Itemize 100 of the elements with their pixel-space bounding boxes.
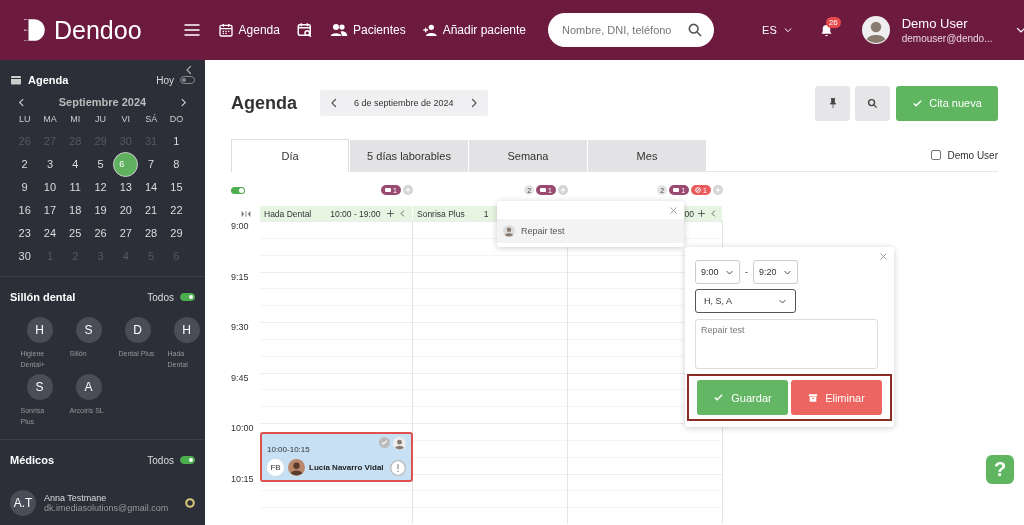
weekday-label: SÁ (144, 114, 159, 126)
check-icon (713, 392, 725, 403)
user-avatar-icon (861, 16, 890, 44)
chair-avatar[interactable]: H (173, 317, 200, 343)
calendar-day[interactable]: 12 (89, 177, 112, 197)
section-title: Médicos (10, 454, 54, 466)
chair-avatar[interactable]: A (75, 374, 102, 400)
start-time-select[interactable]: 9:00 (695, 260, 740, 284)
opening-hours: 10:00 - 19:00 (330, 208, 381, 219)
month-label: Septiembre 2024 (58, 96, 147, 108)
brand-name: Dendoo (54, 15, 142, 45)
nav-link[interactable]: Agenda (217, 22, 280, 38)
expand-columns-icon (240, 208, 251, 219)
end-time-select[interactable]: 9:20 (753, 260, 798, 284)
calendar-day[interactable]: 18 (64, 200, 87, 220)
page-title: Agenda (231, 92, 297, 114)
date-label: 6 de septiembre de 2024 (354, 98, 454, 108)
nav-link[interactable]: Añadir paciente (421, 22, 527, 38)
calendar-day[interactable]: 4 (64, 154, 87, 174)
calendar-day[interactable]: 22 (165, 200, 188, 220)
time-label: 9:30 (231, 322, 249, 332)
section-title: Agenda (28, 74, 69, 86)
chair-select[interactable]: H, S, A (695, 289, 796, 313)
all-toggle[interactable] (180, 456, 195, 464)
check-circle-icon (379, 437, 390, 448)
search-icon (687, 22, 704, 38)
appointment-card[interactable]: 10:00-10:15 FB Lucía Navarro Vidal (260, 432, 413, 482)
calendar-day[interactable]: 7 (140, 154, 163, 174)
chevron-down-icon (782, 25, 793, 35)
nav-link[interactable]: Pacientes (329, 21, 406, 39)
weekday-label: LU (17, 114, 32, 126)
calendar-day[interactable]: 25 (64, 223, 87, 243)
calendar-day[interactable]: 21 (140, 200, 163, 220)
view-toggle[interactable] (231, 186, 245, 194)
calendar-day[interactable]: 20 (114, 200, 137, 220)
range-separator: - (745, 267, 748, 277)
today-label: Hoy (156, 74, 174, 86)
plus-icon (386, 209, 396, 218)
calendar-day[interactable]: 11 (64, 177, 87, 197)
filter-label: Demo User (947, 149, 998, 161)
pin-button[interactable] (815, 85, 850, 121)
weekday-label: VI (120, 114, 132, 126)
calendar-day[interactable]: 3 (38, 154, 61, 174)
filter-checkbox[interactable] (931, 150, 942, 160)
doctor-email: dk.imediasolutions@gmail.com (44, 503, 169, 513)
notification-count: 26 (825, 16, 841, 28)
calendar-day[interactable]: 8 (165, 154, 188, 174)
calendar-day[interactable]: 26 (89, 223, 112, 243)
all-label: Todos (147, 291, 174, 303)
time-label: 10:00 (231, 423, 254, 433)
chair-name: Sonrisa Plus (417, 208, 465, 219)
all-toggle[interactable] (180, 293, 195, 301)
search-field[interactable]: Nombre, DNI, teléfono (548, 13, 715, 47)
chair-avatar[interactable]: S (75, 317, 102, 343)
calendar-day[interactable]: 17 (38, 200, 61, 220)
calendar-day[interactable]: 19 (89, 200, 112, 220)
calendar-day[interactable]: 5 (89, 154, 112, 174)
plus-icon (713, 185, 723, 195)
calendar-day[interactable]: 13 (114, 177, 137, 197)
view-tab[interactable]: Mes (588, 140, 706, 171)
close-icon (669, 206, 678, 215)
note-text: Repair test (521, 226, 565, 236)
calendar-day[interactable]: 27 (114, 223, 137, 243)
calendar-day[interactable]: 2 (13, 154, 36, 174)
chevron-left-icon (709, 209, 718, 218)
people-icon (329, 21, 348, 39)
time-label: 9:15 (231, 271, 249, 282)
plus-icon (697, 209, 706, 218)
note-field[interactable]: Repair test (695, 319, 878, 369)
calendar-search-icon (295, 21, 314, 39)
chair-avatar[interactable]: D (124, 317, 151, 343)
search-button[interactable] (855, 85, 890, 121)
plus-icon (403, 185, 413, 195)
calendar-icon (10, 74, 22, 86)
calendar-day[interactable]: 9 (13, 177, 36, 197)
doctor-name: Anna Testmane (44, 493, 108, 503)
all-label: Todos (147, 454, 174, 466)
user-name: Demo User (901, 16, 969, 31)
calendar-day[interactable]: 24 (38, 223, 61, 243)
calendar-day[interactable]: 1 (165, 131, 188, 151)
chair-avatar[interactable]: H (26, 317, 53, 343)
calendar-day[interactable]: 16 (13, 200, 36, 220)
calendar-day[interactable]: 15 (165, 177, 188, 197)
calendar-day[interactable]: 14 (140, 177, 163, 197)
view-tab[interactable]: Día (231, 139, 349, 172)
chair-avatar[interactable]: S (26, 374, 53, 400)
calendar-day[interactable]: 23 (13, 223, 36, 243)
view-tab[interactable]: 5 días laborables (350, 140, 468, 171)
appointment-time: 10:00-10:15 (267, 445, 310, 454)
view-tab[interactable]: Semana (469, 140, 587, 171)
language-selector[interactable]: ES (762, 24, 793, 36)
alert-icon (390, 459, 406, 476)
time-label: 10:15 (231, 473, 254, 484)
calendar-day[interactable]: 28 (140, 223, 163, 243)
plus-icon (558, 185, 568, 195)
calendar-day[interactable]: 29 (165, 223, 188, 243)
status-ring-icon (185, 498, 195, 508)
calendar-day[interactable]: 10 (38, 177, 61, 197)
search-icon (867, 97, 878, 109)
calendar-day[interactable]: 30 (13, 246, 36, 266)
